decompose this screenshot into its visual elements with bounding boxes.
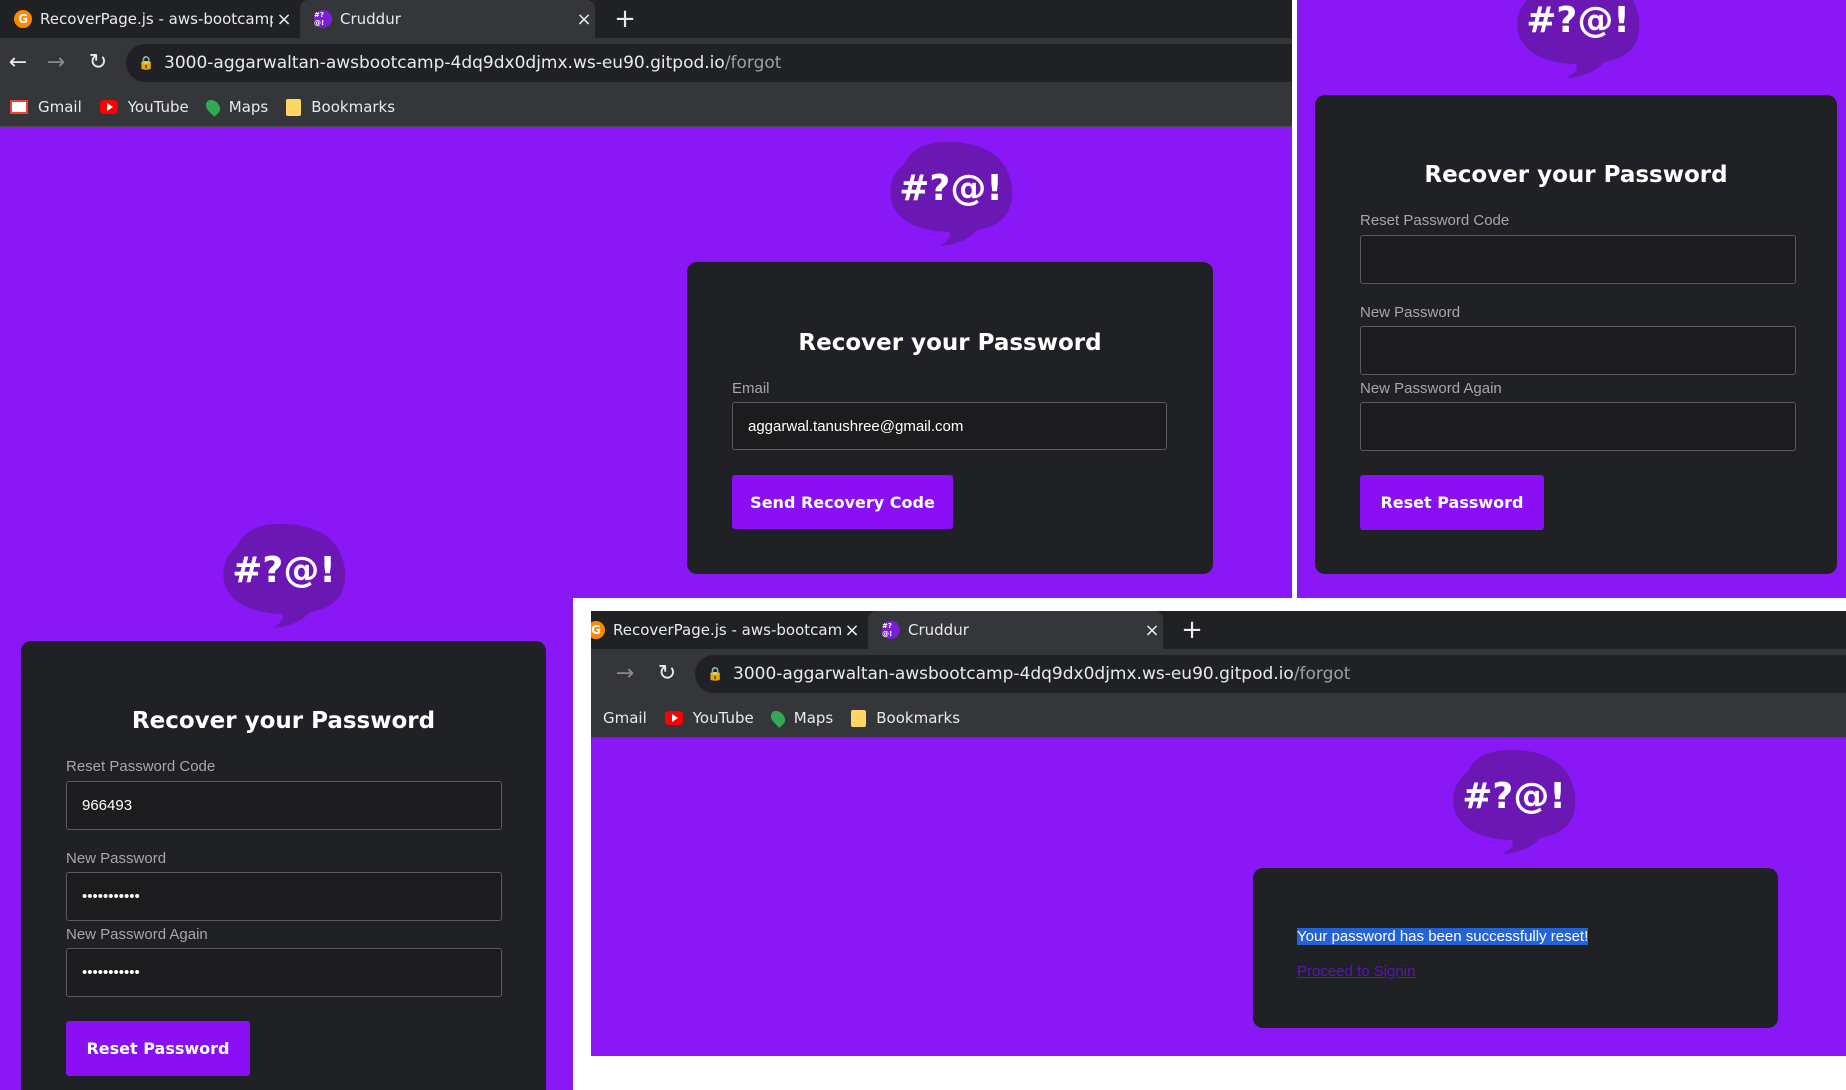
tab-recoverpage[interactable]: G RecoverPage.js - aws-bootcamp- × [591, 611, 863, 649]
tab-cruddur[interactable]: #?@! Cruddur × [868, 611, 1163, 649]
close-tab-icon[interactable]: × [273, 9, 295, 30]
forward-button[interactable]: → [611, 660, 639, 688]
recover-card-success: Your password has been successfully rese… [1253, 868, 1778, 1028]
new-password-again-field[interactable] [1360, 402, 1796, 451]
address-bar[interactable]: 🔒 3000-aggarwaltan-awsbootcamp-4dq9dx0dj… [695, 655, 1846, 693]
new-password-label: New Password [1360, 304, 1461, 321]
url-host: 3000-aggarwaltan-awsbootcamp-4dq9dx0djmx… [733, 664, 1294, 684]
cruddur-logo: #?@! [1448, 746, 1578, 856]
bookmark-maps[interactable]: Maps [202, 97, 269, 117]
url-host: 3000-aggarwaltan-awsbootcamp-4dq9dx0djmx… [164, 53, 725, 73]
bookmark-youtube[interactable]: YouTube [99, 98, 189, 116]
close-tab-icon[interactable]: × [573, 9, 595, 30]
tab-strip: G RecoverPage.js - aws-bootcamp- × #?@! … [0, 0, 1292, 38]
forward-button[interactable]: → [42, 49, 70, 77]
screenshot-reset-empty: #?@! Recover your Password Reset Passwor… [1297, 0, 1846, 598]
proceed-to-signin-link[interactable]: Proceed to Signin [1297, 963, 1415, 980]
bookmark-label: Bookmarks [876, 709, 961, 727]
new-password-again-label: New Password Again [1360, 380, 1502, 397]
bookmark-label: YouTube [127, 98, 189, 116]
bookmark-label: Maps [793, 709, 834, 727]
url-text: 3000-aggarwaltan-awsbootcamp-4dq9dx0djmx… [733, 664, 1350, 684]
bookmark-folder[interactable]: Bookmarks [286, 98, 395, 116]
screenshot-reset-filled: #?@! Recover your Password Reset Passwor… [0, 506, 573, 1090]
bookmark-youtube[interactable]: YouTube [664, 709, 754, 727]
tab-title: RecoverPage.js - aws-bootcamp- [40, 10, 273, 28]
bookmark-gmail[interactable]: Gmail [603, 709, 647, 727]
gitpod-icon: G [14, 10, 32, 28]
cruddur-icon: #?@! [882, 621, 900, 639]
cruddur-icon: #?@! [314, 10, 332, 28]
folder-icon [851, 709, 867, 727]
logo-text: #?@! [1526, 0, 1629, 41]
gmail-icon [10, 100, 28, 114]
email-label: Email [732, 380, 770, 397]
gitpod-icon: G [591, 621, 605, 639]
new-tab-button[interactable]: + [1177, 615, 1207, 645]
cruddur-logo: #?@! [885, 138, 1015, 248]
cruddur-logo: #?@! [1512, 0, 1642, 80]
logo-text: #?@! [232, 550, 335, 591]
reset-code-label: Reset Password Code [1360, 212, 1510, 229]
new-password-field[interactable]: ••••••••••• [66, 872, 502, 921]
tab-title: Cruddur [340, 10, 401, 28]
tab-title: Cruddur [908, 621, 969, 639]
url-text: 3000-aggarwaltan-awsbootcamp-4dq9dx0djmx… [164, 53, 781, 73]
bookmark-label: Gmail [38, 98, 82, 116]
reset-password-button[interactable]: Reset Password [66, 1021, 250, 1076]
email-field[interactable]: aggarwal.tanushree@gmail.com [732, 402, 1167, 450]
bookmarks-bar: Gmail YouTube Maps Bookmarks [0, 88, 1292, 127]
youtube-icon [664, 711, 683, 725]
reload-button[interactable]: ↻ [653, 660, 681, 688]
bookmark-gmail[interactable]: Gmail [10, 98, 82, 116]
bookmarks-bar: Gmail YouTube Maps Bookmarks [591, 699, 1846, 738]
youtube-icon [99, 100, 118, 114]
tab-recoverpage[interactable]: G RecoverPage.js - aws-bootcamp- × [0, 0, 295, 38]
address-bar[interactable]: 🔒 3000-aggarwaltan-awsbootcamp-4dq9dx0dj… [126, 44, 1292, 82]
card-title: Recover your Password [131, 708, 436, 734]
reset-code-label: Reset Password Code [66, 758, 216, 775]
browser-toolbar: ← → ↻ 🔒 3000-aggarwaltan-awsbootcamp-4dq… [0, 38, 1292, 88]
cruddur-logo: #?@! [218, 520, 348, 630]
close-tab-icon[interactable]: × [841, 620, 863, 641]
back-button[interactable]: ← [4, 49, 32, 77]
recover-card-reset-empty: Recover your Password Reset Password Cod… [1315, 95, 1837, 574]
bookmark-label: YouTube [692, 709, 754, 727]
logo-text: #?@! [1462, 776, 1565, 817]
reset-code-field[interactable] [1360, 235, 1796, 284]
send-recovery-code-button[interactable]: Send Recovery Code [732, 475, 953, 529]
tab-title: RecoverPage.js - aws-bootcamp- [613, 621, 841, 639]
close-tab-icon[interactable]: × [1141, 620, 1163, 641]
recover-card-reset-filled: Recover your Password Reset Password Cod… [21, 641, 546, 1090]
bookmark-label: Bookmarks [311, 98, 396, 116]
reset-code-field[interactable]: 966493 [66, 781, 502, 830]
card-title: Recover your Password [798, 330, 1102, 356]
bookmark-label: Gmail [603, 709, 647, 727]
success-message: Your password has been successfully rese… [1297, 928, 1589, 945]
tab-cruddur[interactable]: #?@! Cruddur × [300, 0, 595, 38]
bookmark-maps[interactable]: Maps [767, 708, 834, 728]
new-tab-button[interactable]: + [610, 4, 640, 34]
new-password-again-field[interactable]: ••••••••••• [66, 948, 502, 997]
new-password-label: New Password [66, 850, 167, 867]
url-path: /forgot [1293, 664, 1351, 684]
maps-icon [202, 97, 223, 117]
new-password-again-label: New Password Again [66, 926, 208, 943]
maps-icon [767, 708, 788, 728]
logo-text: #?@! [899, 168, 1002, 209]
lock-icon: 🔒 [138, 55, 155, 71]
tab-strip: G RecoverPage.js - aws-bootcamp- × #?@! … [591, 611, 1846, 649]
reload-button[interactable]: ↻ [84, 49, 112, 77]
bookmark-folder[interactable]: Bookmarks [851, 709, 960, 727]
browser-toolbar: → ↻ 🔒 3000-aggarwaltan-awsbootcamp-4dq9d… [591, 649, 1846, 699]
folder-icon [286, 98, 302, 116]
url-path: /forgot [724, 53, 782, 73]
bookmark-label: Maps [228, 98, 269, 116]
recover-card-email: Recover your Password Email aggarwal.tan… [687, 262, 1213, 574]
card-title: Recover your Password [1424, 162, 1728, 188]
reset-password-button[interactable]: Reset Password [1360, 475, 1544, 530]
new-password-field[interactable] [1360, 326, 1796, 375]
lock-icon: 🔒 [707, 666, 724, 682]
screenshot-success: G RecoverPage.js - aws-bootcamp- × #?@! … [591, 611, 1846, 1056]
